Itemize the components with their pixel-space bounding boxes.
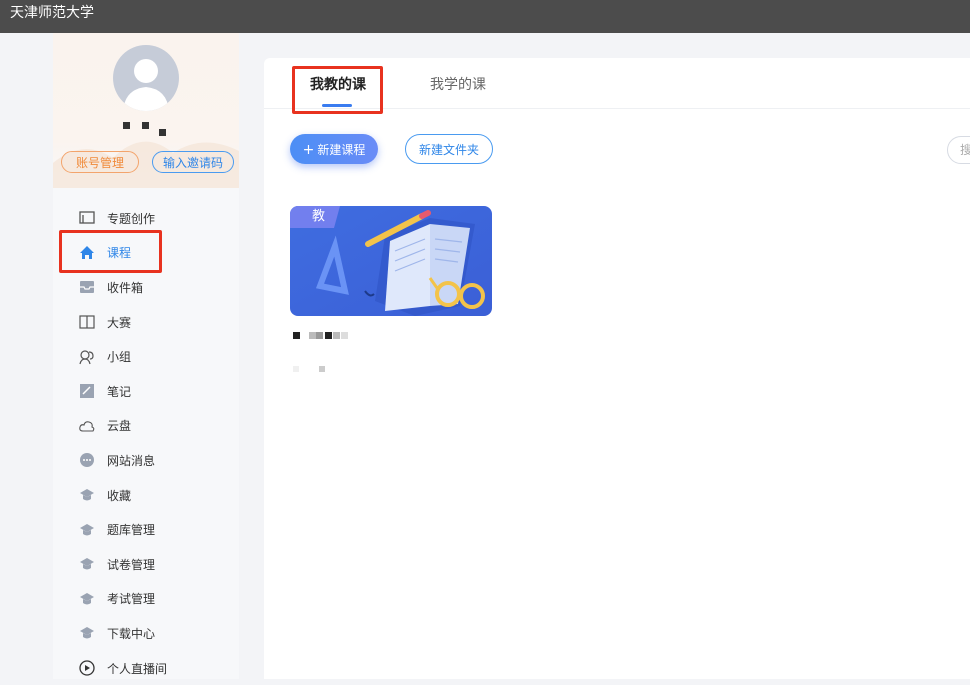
sidebar-item-live-room[interactable]: 个人直播间 [53,651,239,685]
course-subtitle-redacted [293,366,333,374]
course-card[interactable]: 教 [290,206,492,316]
group-icon [79,349,95,365]
sidebar-item-label: 收件箱 [107,280,144,295]
sidebar-item-notes[interactable]: 笔记 [53,374,239,409]
sidebar-item-label: 个人直播间 [107,661,168,676]
sidebar-item-label: 考试管理 [107,592,156,607]
sidebar-item-label: 笔记 [107,384,132,399]
main-panel: 我教的课 我学的课 + 新建课程 新建文件夹 搜 教 [264,58,970,679]
top-bar: 天津师范大学 [0,0,970,33]
sidebar-item-label: 大赛 [107,315,132,330]
plus-icon: + [302,141,315,158]
sidebar-item-question-bank[interactable]: 题库管理 [53,512,239,547]
grad-cap-icon [79,487,95,503]
sidebar-item-label: 试卷管理 [107,557,156,572]
sidebar-item-favorites[interactable]: 收藏 [53,478,239,513]
book-open-icon [79,314,95,330]
note-icon [79,383,95,399]
chat-bubble-icon [79,452,95,468]
username-redacted [121,120,171,136]
sidebar-item-competition[interactable]: 大赛 [53,305,239,340]
sidebar-nav: 专题创作 课程 收件箱 大赛 小组 笔记 云盘 网站消息 收藏 题库管理 试卷管… [53,201,239,685]
sidebar-item-label: 小组 [107,350,132,365]
search-button[interactable]: 搜 [947,136,970,164]
sidebar-item-label: 专题创作 [107,211,156,226]
grad-cap-icon [79,625,95,641]
sidebar-item-label: 收藏 [107,488,132,503]
avatar[interactable] [113,45,179,111]
tab-highlight-box [292,66,383,114]
cloud-icon [79,418,95,434]
grad-cap-icon [79,591,95,607]
app-title: 天津师范大学 [10,5,94,21]
sidebar-item-label: 网站消息 [107,453,156,468]
grad-cap-icon [79,556,95,572]
courses-highlight-box [59,230,162,273]
sidebar-item-inbox[interactable]: 收件箱 [53,270,239,305]
sidebar-item-label: 下载中心 [107,626,156,641]
new-folder-button[interactable]: 新建文件夹 [405,134,493,164]
monitor-icon [79,210,95,226]
sidebar-item-cloud-drive[interactable]: 云盘 [53,409,239,444]
sidebar-item-label: 云盘 [107,419,132,434]
sidebar-item-group[interactable]: 小组 [53,339,239,374]
sidebar-item-exam-papers[interactable]: 试卷管理 [53,547,239,582]
sidebar-item-exam-management[interactable]: 考试管理 [53,582,239,617]
grad-cap-icon [79,522,95,538]
sidebar-item-label: 题库管理 [107,523,156,538]
invite-code-button[interactable]: 输入邀请码 [152,151,234,173]
sidebar-item-download-center[interactable]: 下载中心 [53,616,239,651]
inbox-icon [79,279,95,295]
course-title-redacted [293,332,363,340]
new-course-button[interactable]: + 新建课程 [290,134,378,164]
sidebar-item-site-messages[interactable]: 网站消息 [53,443,239,478]
sidebar: 账号管理 输入邀请码 专题创作 课程 收件箱 大赛 小组 笔记 云盘 网站消息 … [53,33,239,679]
account-management-button[interactable]: 账号管理 [61,151,139,173]
tab-learning-courses[interactable]: 我学的课 [430,74,486,94]
play-circle-icon [79,660,95,676]
teacher-badge: 教 [290,206,340,228]
new-course-label: 新建课程 [317,142,366,157]
